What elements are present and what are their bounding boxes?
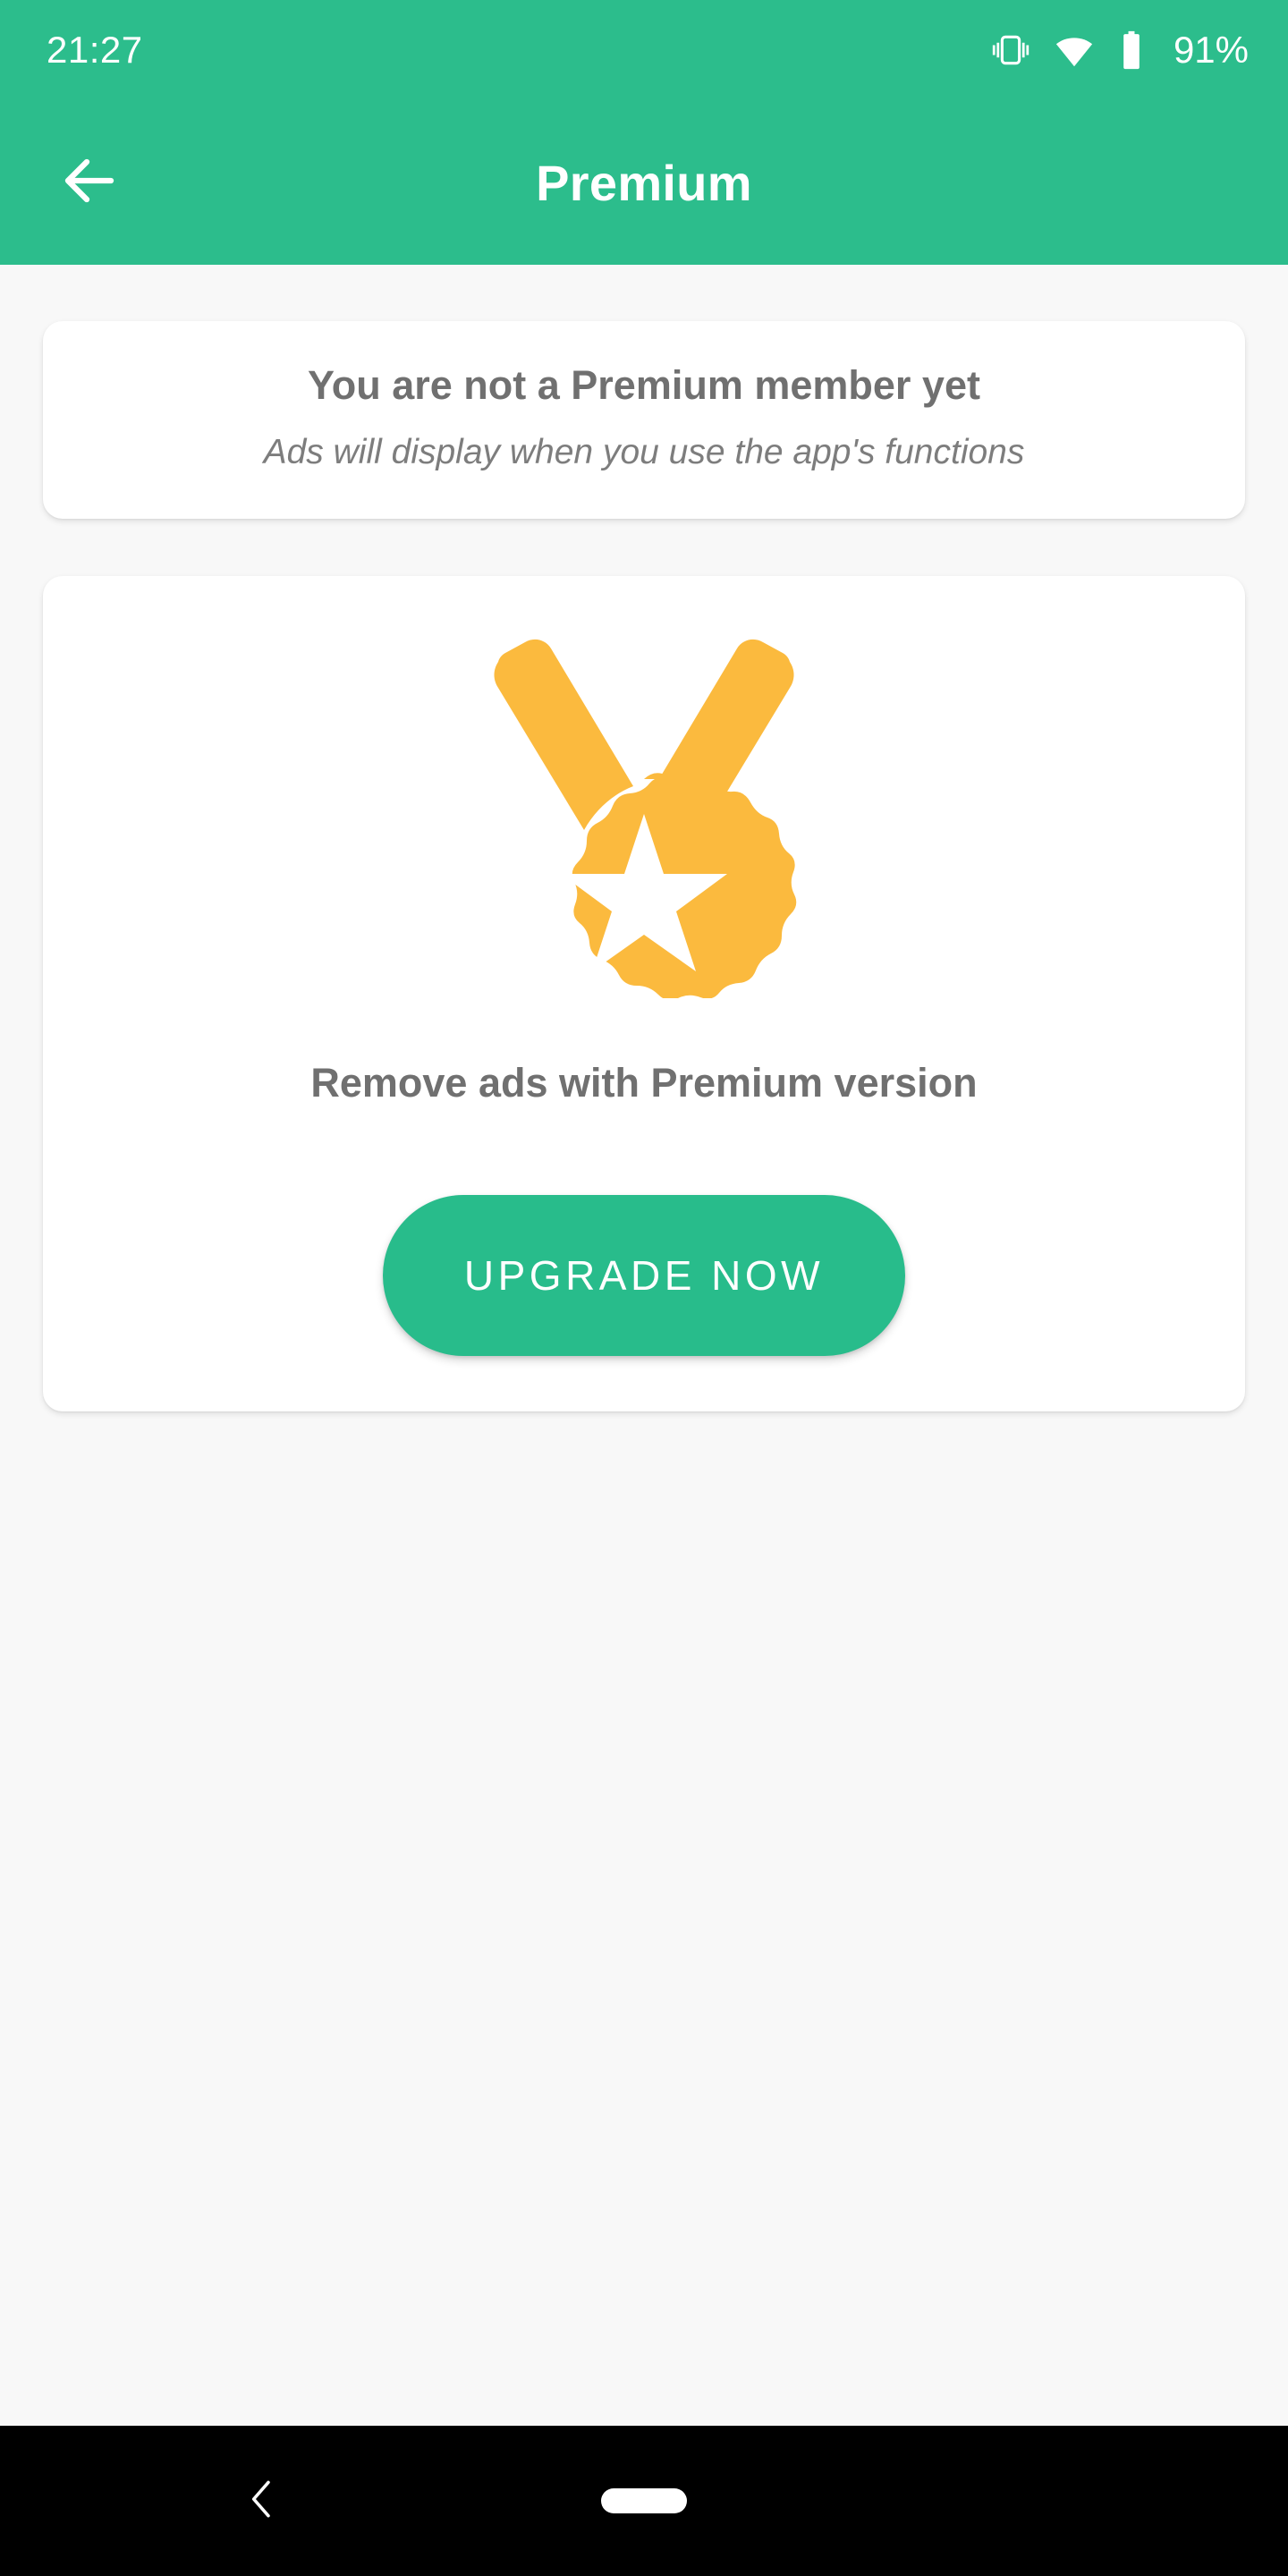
promo-title: Remove ads with Premium version — [310, 1059, 978, 1106]
app-bar: Premium — [0, 100, 1288, 265]
medal-star-icon — [487, 619, 801, 998]
nav-back-button[interactable] — [213, 2452, 311, 2550]
status-clock: 21:27 — [47, 29, 143, 71]
membership-status-card: You are not a Premium member yet Ads wil… — [43, 321, 1245, 519]
upgrade-now-button[interactable]: UPGRADE NOW — [383, 1194, 905, 1356]
status-indicators: 91% — [991, 30, 1249, 71]
chevron-left-icon — [237, 2474, 287, 2529]
nav-home-pill[interactable] — [601, 2488, 687, 2513]
membership-status-title: You are not a Premium member yet — [308, 362, 980, 408]
vibrate-icon — [991, 30, 1030, 70]
status-bar: 21:27 91% — [0, 0, 1288, 100]
premium-promo-card: Remove ads with Premium version UPGRADE … — [43, 575, 1245, 1411]
system-navigation-bar — [0, 2426, 1288, 2576]
page-title: Premium — [536, 154, 752, 211]
back-button[interactable] — [47, 140, 132, 225]
membership-status-subtitle: Ads will display when you use the app's … — [263, 432, 1025, 471]
battery-icon — [1118, 30, 1145, 71]
premium-screen: 21:27 91% Premium You are not a Premium … — [0, 0, 1288, 2576]
content-area: You are not a Premium member yet Ads wil… — [0, 265, 1288, 2426]
battery-percent: 91% — [1173, 29, 1249, 71]
wifi-icon — [1054, 30, 1095, 71]
arrow-left-icon — [57, 148, 122, 217]
